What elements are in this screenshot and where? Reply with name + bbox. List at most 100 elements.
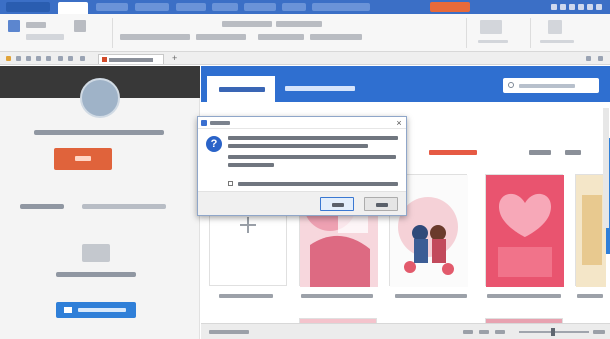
styles-gallery[interactable] bbox=[480, 20, 502, 34]
copy-button[interactable] bbox=[26, 34, 64, 40]
ribbon-divider bbox=[466, 18, 467, 48]
template-card[interactable] bbox=[485, 174, 564, 287]
help-icon[interactable] bbox=[569, 4, 575, 10]
open-icon[interactable] bbox=[26, 56, 31, 61]
vertical-scrollbar[interactable] bbox=[603, 108, 609, 228]
format-painter-icon[interactable] bbox=[74, 20, 86, 32]
open-file-button[interactable] bbox=[56, 302, 136, 318]
left-panel bbox=[0, 66, 200, 339]
font-color-group[interactable] bbox=[196, 34, 246, 40]
cut-button[interactable] bbox=[26, 22, 46, 28]
minimize-icon[interactable] bbox=[578, 4, 584, 10]
dialog-message-line bbox=[228, 144, 368, 148]
zoom-slider-handle[interactable] bbox=[551, 328, 555, 336]
font-size-group[interactable] bbox=[222, 21, 272, 27]
category-premium-only[interactable] bbox=[429, 150, 477, 155]
tab-premium[interactable] bbox=[285, 80, 365, 94]
window-controls bbox=[551, 4, 602, 10]
paste-icon[interactable] bbox=[8, 20, 20, 32]
template-thumbnail bbox=[486, 175, 564, 287]
yes-button[interactable] bbox=[320, 197, 354, 211]
template-header bbox=[201, 66, 610, 102]
new-tab-button[interactable]: + bbox=[172, 54, 179, 63]
folder-icon bbox=[64, 307, 72, 313]
filter-option[interactable] bbox=[565, 150, 581, 155]
dialog-message-line bbox=[228, 163, 274, 167]
menu-icon[interactable] bbox=[598, 56, 603, 61]
status-text bbox=[209, 330, 249, 334]
status-bar bbox=[201, 323, 610, 339]
app-menu-button[interactable] bbox=[6, 2, 50, 12]
paragraph-group[interactable] bbox=[276, 21, 322, 27]
ribbon-tab-0[interactable] bbox=[58, 2, 88, 14]
styles-label bbox=[478, 40, 508, 43]
login-button[interactable] bbox=[430, 2, 470, 12]
ribbon-tab-3[interactable] bbox=[176, 3, 206, 11]
plus-icon bbox=[240, 217, 256, 233]
ribbon-tab-1[interactable] bbox=[96, 3, 128, 11]
settings-icon[interactable] bbox=[560, 4, 566, 10]
tab-templates[interactable] bbox=[207, 76, 275, 102]
share-icon[interactable] bbox=[551, 4, 557, 10]
search-input[interactable] bbox=[503, 78, 599, 93]
maximize-icon[interactable] bbox=[587, 4, 593, 10]
ribbon-divider bbox=[530, 18, 531, 48]
ribbon-tab-4[interactable] bbox=[212, 3, 238, 11]
app-icon bbox=[6, 56, 11, 61]
template-thumbnail bbox=[576, 175, 606, 287]
view-mode-icon[interactable] bbox=[495, 330, 505, 334]
template-caption bbox=[301, 294, 373, 298]
alignment-group[interactable] bbox=[258, 34, 304, 40]
find-icon[interactable] bbox=[548, 20, 562, 34]
ribbon-tab-7[interactable] bbox=[312, 3, 370, 11]
view-mode-icon[interactable] bbox=[479, 330, 489, 334]
document-icon bbox=[102, 57, 107, 62]
indent-group[interactable] bbox=[310, 34, 362, 40]
template-caption bbox=[395, 294, 467, 298]
quick-access-bar: + bbox=[0, 52, 610, 65]
sign-up-button[interactable] bbox=[54, 148, 112, 170]
ribbon-tab-2[interactable] bbox=[135, 3, 169, 11]
search-icon bbox=[508, 82, 514, 88]
template-caption bbox=[219, 294, 273, 298]
empty-folder-icon bbox=[82, 244, 110, 262]
dialog-close-button[interactable]: × bbox=[394, 118, 404, 128]
redo-icon[interactable] bbox=[68, 56, 73, 61]
empty-state-text bbox=[56, 272, 136, 277]
ribbon-divider bbox=[112, 18, 113, 48]
more-icon[interactable] bbox=[80, 56, 85, 61]
zoom-level bbox=[593, 330, 605, 334]
close-icon[interactable] bbox=[596, 4, 602, 10]
no-button[interactable] bbox=[364, 197, 398, 211]
ribbon-tab-6[interactable] bbox=[282, 3, 306, 11]
avatar[interactable] bbox=[80, 78, 120, 118]
template-caption bbox=[577, 294, 603, 298]
print-icon[interactable] bbox=[36, 56, 41, 61]
dialog-message-line bbox=[228, 136, 398, 140]
title-bar bbox=[0, 0, 610, 14]
layout-icon[interactable] bbox=[586, 56, 591, 61]
ribbon-toolbar bbox=[0, 14, 610, 52]
dont-show-again-checkbox[interactable] bbox=[228, 181, 233, 186]
dialog-message-line bbox=[228, 155, 396, 159]
undo-icon[interactable] bbox=[58, 56, 63, 61]
promo-text bbox=[34, 130, 164, 135]
ribbon-tab-5[interactable] bbox=[244, 3, 276, 11]
recent-link[interactable] bbox=[82, 204, 166, 209]
template-caption bbox=[487, 294, 561, 298]
question-icon: ? bbox=[206, 136, 222, 152]
find-label bbox=[540, 40, 574, 43]
filter-option[interactable] bbox=[529, 150, 551, 155]
confirm-dialog: × ? bbox=[197, 116, 407, 216]
checkbox-label bbox=[238, 182, 398, 186]
template-card[interactable] bbox=[575, 174, 606, 287]
dialog-footer bbox=[198, 191, 406, 215]
font-style-group[interactable] bbox=[120, 34, 190, 40]
recent-label bbox=[20, 204, 64, 209]
app-icon bbox=[201, 120, 207, 126]
dialog-title bbox=[210, 121, 230, 125]
save-icon[interactable] bbox=[16, 56, 21, 61]
preview-icon[interactable] bbox=[46, 56, 51, 61]
document-tab[interactable] bbox=[98, 54, 164, 64]
view-mode-icon[interactable] bbox=[463, 330, 473, 334]
